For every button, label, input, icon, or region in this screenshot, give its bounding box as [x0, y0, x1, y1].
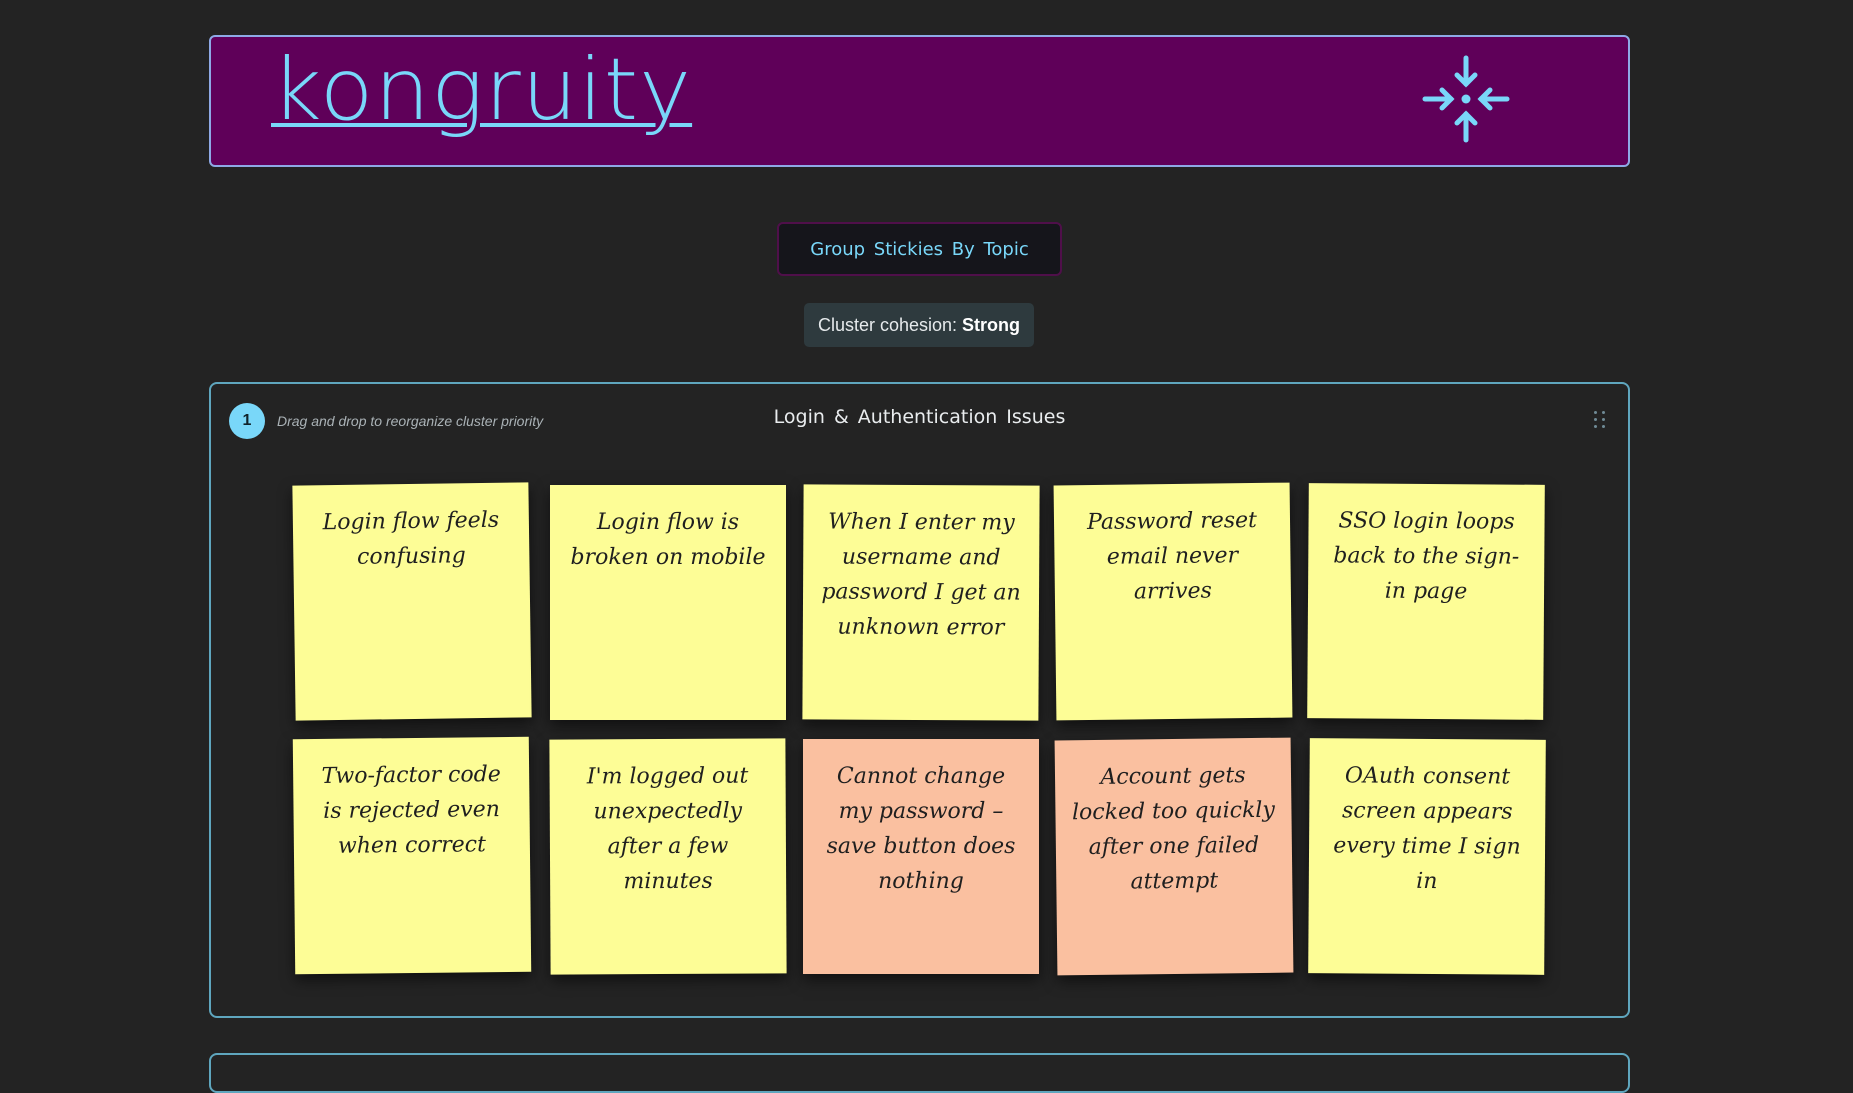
collapse-arrows-icon[interactable]	[1421, 54, 1511, 144]
sticky-note[interactable]: I'm logged out unexpectedly after a few …	[549, 738, 787, 975]
sticky-note[interactable]: Login flow feels confusing	[292, 482, 532, 721]
app-header: kongruity	[209, 35, 1630, 167]
cohesion-label: Cluster cohesion:	[817, 314, 958, 335]
app-logo[interactable]: kongruity	[271, 39, 692, 142]
sticky-note[interactable]: When I enter my username and password I …	[802, 484, 1040, 721]
sticky-note[interactable]: OAuth consent screen appears every time …	[1308, 738, 1546, 975]
cluster-panel[interactable]: 1 Drag and drop to reorganize cluster pr…	[209, 382, 1630, 1018]
cluster-panel[interactable]	[209, 1053, 1630, 1093]
sticky-note[interactable]: Password reset email never arrives	[1053, 482, 1293, 721]
sticky-note[interactable]: SSO login loops back to the sign-in page	[1307, 483, 1545, 720]
sticky-note[interactable]: Account gets locked too quickly after on…	[1054, 737, 1294, 976]
cohesion-value: Strong	[962, 314, 1021, 335]
drag-handle-icon[interactable]	[1594, 411, 1606, 429]
cluster-title: Login & Authentication Issues	[773, 406, 1066, 428]
cluster-cohesion-indicator: Cluster cohesion: Strong	[804, 303, 1034, 347]
sticky-note[interactable]: Two-factor code is rejected even when co…	[292, 736, 532, 975]
group-stickies-button[interactable]: Group Stickies By Topic	[777, 222, 1062, 276]
sticky-note[interactable]: Cannot change my password – save button …	[803, 739, 1039, 974]
sticky-note[interactable]: Login flow is broken on mobile	[550, 485, 786, 720]
